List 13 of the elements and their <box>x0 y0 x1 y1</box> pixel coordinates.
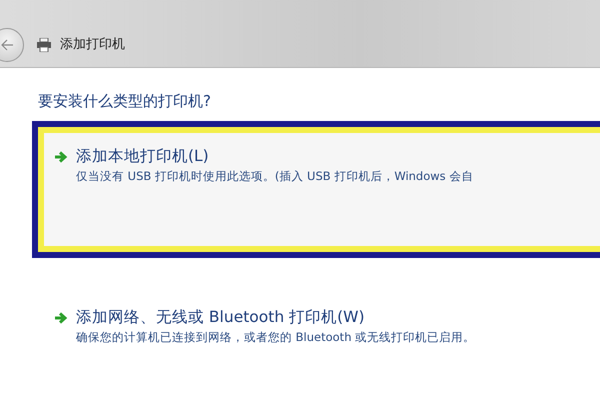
printer-icon <box>36 38 52 52</box>
option-title: 添加网络、无线或 Bluetooth 打印机(W) <box>76 308 366 326</box>
back-button[interactable] <box>0 28 24 62</box>
question-heading: 要安装什么类型的打印机? <box>38 91 212 112</box>
arrow-icon <box>54 312 68 324</box>
option-description: 确保您的计算机已连接到网络，或者您的 Bluetooth 或无线打印机已启用。 <box>76 329 476 346</box>
option-title: 添加本地打印机(L) <box>76 146 210 166</box>
back-arrow-icon <box>0 38 14 50</box>
printer-option[interactable]: 添加网络、无线或 Bluetooth 打印机(W) 确保您的计算机已连接到网络，或者您的 Bluetooth 或无线打印机已启用。 <box>32 282 600 344</box>
window-title: 添加打印机 <box>60 36 125 54</box>
printer-option[interactable]: 添加本地打印机(L) 仅当没有 USB 打印机时使用此选项。(插入 USB 打印机后，Windows 会自 <box>32 120 600 258</box>
arrow-icon <box>54 150 68 162</box>
option-description: 仅当没有 USB 打印机时使用此选项。(插入 USB 打印机后，Windows 会自 <box>76 168 474 186</box>
